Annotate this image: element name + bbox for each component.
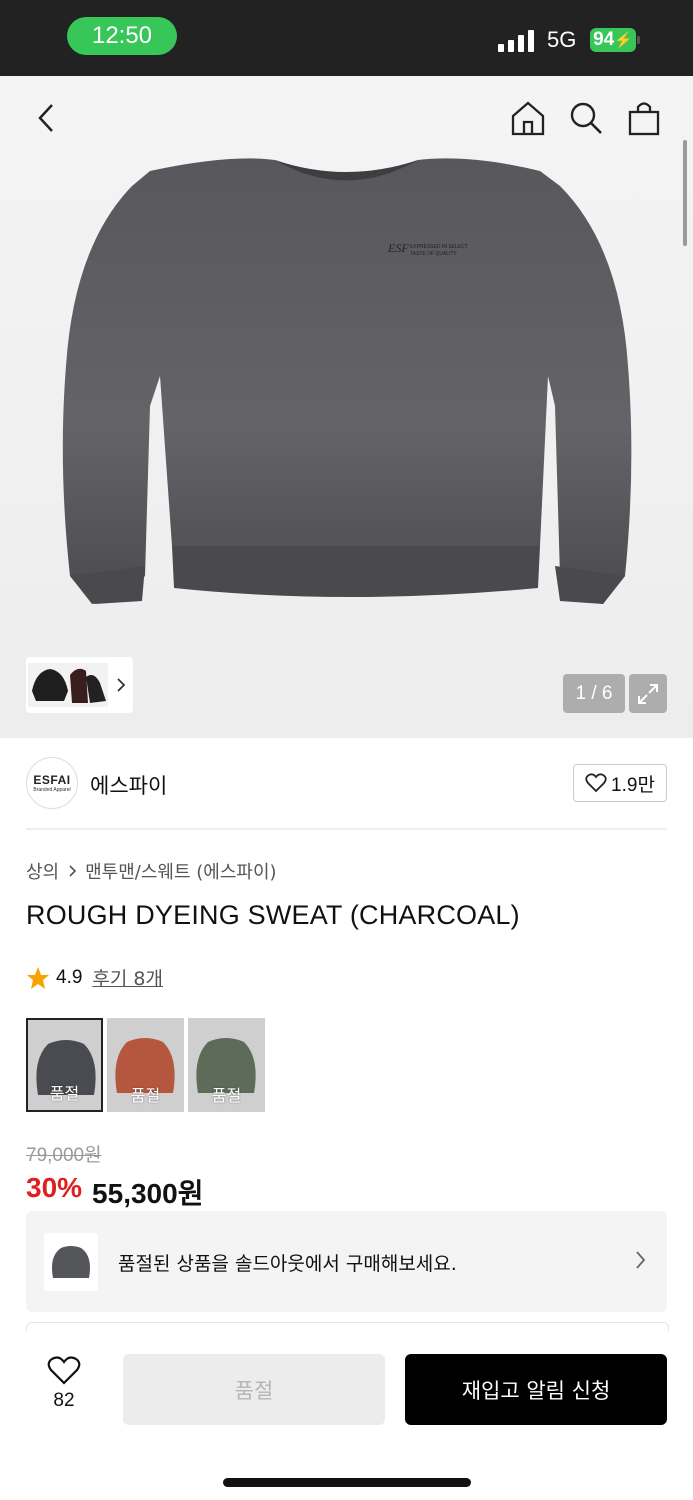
swatch-orange[interactable]: 품절 bbox=[107, 1018, 184, 1112]
product-title: ROUGH DYEING SWEAT (CHARCOAL) bbox=[26, 900, 520, 930]
heart-icon bbox=[47, 1356, 81, 1385]
discount-rate: 30% bbox=[26, 1172, 83, 1203]
breadcrumb-category[interactable]: 상의 bbox=[26, 858, 59, 884]
wishlist-count: 82 bbox=[53, 1390, 75, 1411]
brand-logo-text: ESFAI bbox=[33, 773, 71, 787]
brand-logo-subtext: Branded Apparel bbox=[33, 787, 71, 793]
rating: 4.9 후기 8개 bbox=[26, 964, 163, 991]
home-icon bbox=[511, 101, 545, 136]
swatch-charcoal[interactable]: 품절 bbox=[26, 1018, 103, 1112]
back-button[interactable] bbox=[26, 96, 66, 140]
home-button[interactable] bbox=[508, 96, 548, 140]
search-icon bbox=[570, 102, 602, 134]
price-row: 30% 55,300원 bbox=[26, 1172, 203, 1212]
swatch-soldout-label: 품절 bbox=[49, 1084, 80, 1103]
soldout-button[interactable]: 품절 bbox=[123, 1354, 385, 1425]
swatch-soldout-label: 품절 bbox=[130, 1086, 161, 1105]
rating-score: 4.9 bbox=[56, 966, 83, 988]
sweatshirt-thumbnail bbox=[52, 1246, 90, 1278]
product-image[interactable]: ESF EXPRESSED IN SELECT TASTE OF QUALITY bbox=[0, 76, 693, 738]
chevron-left-icon bbox=[38, 104, 53, 132]
thumbnail-image bbox=[28, 663, 108, 707]
chevron-right-icon bbox=[69, 865, 77, 877]
home-indicator[interactable] bbox=[223, 1478, 471, 1487]
sweatshirt-image: ESF EXPRESSED IN SELECT TASTE OF QUALITY bbox=[62, 158, 632, 604]
chevron-right-icon bbox=[636, 1251, 646, 1269]
status-time: 12:50 bbox=[67, 17, 177, 55]
heart-icon bbox=[585, 773, 607, 793]
battery-level: 94 bbox=[593, 29, 615, 50]
image-counter: 1 / 6 bbox=[563, 674, 625, 713]
search-button[interactable] bbox=[566, 96, 606, 140]
star-icon bbox=[27, 966, 49, 989]
thumbnail-strip[interactable] bbox=[26, 657, 133, 713]
wishlist-button[interactable]: 82 bbox=[34, 1356, 94, 1422]
network-type: 5G bbox=[547, 27, 577, 52]
battery-tip bbox=[637, 36, 640, 44]
svg-text:ESF: ESF bbox=[387, 241, 409, 255]
brand-name[interactable]: 에스파이 bbox=[90, 770, 167, 800]
shopping-bag-icon bbox=[628, 102, 660, 136]
expand-icon bbox=[638, 683, 658, 704]
brand-like-button[interactable]: 1.9만 bbox=[573, 764, 667, 802]
chevron-right-icon bbox=[117, 678, 126, 692]
divider bbox=[26, 828, 667, 830]
color-swatches: 품절 품절 품절 bbox=[26, 1018, 265, 1112]
original-price: 79,000원 bbox=[26, 1145, 102, 1166]
soldout-banner[interactable]: 품절된 상품을 솔드아웃에서 구매해보세요. bbox=[26, 1211, 667, 1312]
status-bar: 12:50 5G 94 ⚡ bbox=[0, 0, 693, 76]
scrollbar[interactable] bbox=[683, 140, 687, 246]
svg-text:TASTE OF QUALITY: TASTE OF QUALITY bbox=[410, 251, 458, 257]
review-link[interactable]: 후기 8개 bbox=[92, 964, 163, 991]
brand-logo[interactable]: ESFAI Branded Apparel bbox=[26, 757, 78, 809]
signal-icon bbox=[498, 30, 534, 52]
cart-button[interactable] bbox=[624, 96, 664, 140]
svg-text:EXPRESSED IN SELECT: EXPRESSED IN SELECT bbox=[410, 244, 468, 250]
battery-icon: 94 ⚡ bbox=[590, 28, 636, 52]
brand-like-count: 1.9만 bbox=[611, 774, 655, 796]
sale-price: 55,300원 bbox=[92, 1178, 204, 1209]
brand-row[interactable]: ESFAI Branded Apparel 에스파이 1.9만 bbox=[26, 757, 667, 809]
swatch-green[interactable]: 품절 bbox=[188, 1018, 265, 1112]
swatch-soldout-label: 품절 bbox=[211, 1086, 242, 1105]
soldout-banner-message: 품절된 상품을 솔드아웃에서 구매해보세요. bbox=[118, 1253, 457, 1275]
restock-alert-button[interactable]: 재입고 알림 신청 bbox=[405, 1354, 667, 1425]
breadcrumb: 상의 맨투맨/스웨트 (에스파이) bbox=[26, 858, 277, 884]
banner-thumbnail bbox=[44, 1233, 98, 1291]
breadcrumb-subcategory[interactable]: 맨투맨/스웨트 (에스파이) bbox=[85, 858, 276, 884]
expand-button[interactable] bbox=[629, 674, 667, 713]
